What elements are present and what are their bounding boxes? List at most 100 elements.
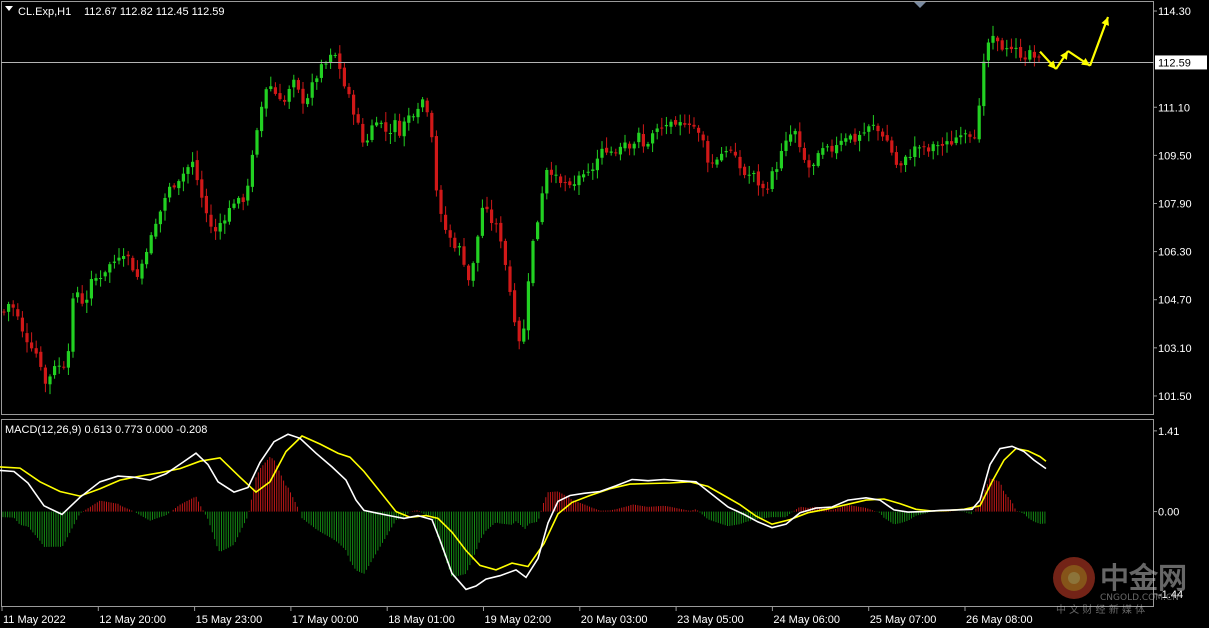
candle-bull bbox=[53, 366, 57, 376]
candles bbox=[2, 25, 1041, 395]
time-tick-label: 15 May 23:00 bbox=[196, 614, 263, 626]
candle-bull bbox=[600, 148, 604, 158]
watermark: 中金网 CNGOLD.COM.CN 中 文 财 经 新 媒 体 bbox=[1053, 557, 1187, 616]
candle-bull bbox=[365, 140, 369, 143]
candle-bear bbox=[195, 160, 199, 181]
price-tick-label: 107.90 bbox=[1158, 198, 1192, 210]
candle-bear bbox=[1000, 40, 1004, 50]
scroll-marker-icon[interactable] bbox=[914, 2, 926, 8]
candle-bear bbox=[922, 146, 926, 148]
candle-bear bbox=[34, 348, 38, 354]
candle-bull bbox=[540, 193, 544, 223]
candle-bear bbox=[729, 149, 733, 151]
candle-bull bbox=[963, 133, 967, 135]
candle-bull bbox=[379, 122, 383, 124]
candle-bear bbox=[39, 351, 43, 367]
candle-bull bbox=[140, 263, 144, 279]
candle-bull bbox=[329, 54, 333, 63]
candle-bear bbox=[16, 309, 20, 317]
candle-bear bbox=[200, 179, 204, 198]
macd-pane-frame bbox=[1, 419, 1154, 607]
candle-bull bbox=[821, 148, 825, 155]
candle-bear bbox=[444, 214, 448, 230]
watermark-tagline: 中 文 财 经 新 媒 体 bbox=[1056, 603, 1145, 616]
candle-bear bbox=[439, 189, 443, 214]
signal-line bbox=[0, 435, 1047, 571]
candle-bull bbox=[945, 141, 949, 145]
time-tick-label: 24 May 06:00 bbox=[773, 614, 840, 626]
candle-bull bbox=[319, 64, 323, 78]
candle-bull bbox=[554, 174, 558, 176]
current-price-label: 112.59 bbox=[1155, 55, 1207, 70]
candle-bear bbox=[204, 195, 208, 214]
candle-bear bbox=[1019, 46, 1023, 58]
candle-bull bbox=[402, 121, 406, 137]
candle-bear bbox=[706, 141, 710, 163]
candle-bull bbox=[1005, 48, 1009, 50]
triangle-down-icon[interactable] bbox=[5, 6, 13, 11]
current-price-text: 112.59 bbox=[1158, 57, 1191, 69]
candle-bear bbox=[761, 183, 765, 189]
chart-svg[interactable]: 114.30 111.10 109.50 107.90 106.30 104.70 103.… bbox=[0, 0, 1209, 628]
candle-bear bbox=[549, 169, 553, 175]
candle-bull bbox=[76, 292, 80, 298]
candle-bear bbox=[126, 254, 130, 257]
candle-bull bbox=[103, 272, 107, 277]
candle-bull bbox=[646, 143, 650, 147]
candle-bear bbox=[996, 37, 1000, 42]
chart-window[interactable]: 114.30 111.10 109.50 107.90 106.30 104.70 103.… bbox=[0, 0, 1209, 628]
candle-bear bbox=[940, 143, 944, 146]
candle-bear bbox=[927, 147, 931, 152]
candle-bull bbox=[655, 128, 659, 132]
candle-bull bbox=[577, 175, 581, 186]
candle-bull bbox=[917, 147, 921, 149]
candle-bull bbox=[1014, 47, 1018, 49]
candle-bull bbox=[149, 235, 153, 254]
candle-bull bbox=[959, 135, 963, 138]
candle-bull bbox=[306, 98, 310, 105]
candle-bear bbox=[628, 143, 632, 149]
candle-bull bbox=[858, 134, 862, 141]
candle-bull bbox=[572, 184, 576, 186]
candle-bull bbox=[71, 298, 75, 352]
candle-bull bbox=[89, 278, 93, 299]
time-tick-label: 11 May 2022 bbox=[3, 614, 66, 626]
time-tick-label: 26 May 08:00 bbox=[966, 614, 1033, 626]
candle-bull bbox=[586, 171, 590, 173]
candle-bear bbox=[1032, 51, 1036, 58]
candle-bear bbox=[513, 290, 517, 323]
candle-bear bbox=[798, 131, 802, 148]
candle-bull bbox=[954, 137, 958, 144]
time-tick-label: 19 May 02:00 bbox=[485, 614, 552, 626]
candle-bull bbox=[480, 207, 484, 236]
candle-bear bbox=[2, 311, 6, 313]
candle-bull bbox=[632, 143, 636, 149]
candle-bull bbox=[57, 365, 61, 367]
time-tick-label: 18 May 01:00 bbox=[388, 614, 455, 626]
candle-bull bbox=[779, 151, 783, 169]
candle-bear bbox=[853, 133, 857, 142]
candle-bull bbox=[388, 133, 392, 135]
candle-bear bbox=[361, 123, 365, 143]
candle-bull bbox=[471, 263, 475, 281]
cngold-logo-icon bbox=[1053, 557, 1095, 599]
candle-bull bbox=[816, 153, 820, 166]
price-tick-label: 106.30 bbox=[1158, 247, 1192, 259]
candle-bear bbox=[352, 94, 356, 115]
candle-bear bbox=[25, 333, 29, 343]
candle-bull bbox=[324, 63, 328, 65]
candle-bull bbox=[375, 122, 379, 126]
candle-bear bbox=[766, 188, 770, 190]
candle-bull bbox=[154, 223, 158, 237]
candle-bull bbox=[416, 108, 420, 118]
candle-bull bbox=[913, 146, 917, 158]
time-tick-label: 12 May 20:00 bbox=[99, 614, 166, 626]
candle-bull bbox=[112, 261, 116, 263]
price-tick-label: 101.50 bbox=[1158, 391, 1192, 403]
candle-bull bbox=[752, 173, 756, 175]
candle-bear bbox=[692, 124, 696, 127]
candle-bear bbox=[301, 88, 305, 104]
candle-bull bbox=[522, 328, 526, 342]
candle-bear bbox=[559, 176, 563, 183]
candle-bull bbox=[669, 121, 673, 127]
